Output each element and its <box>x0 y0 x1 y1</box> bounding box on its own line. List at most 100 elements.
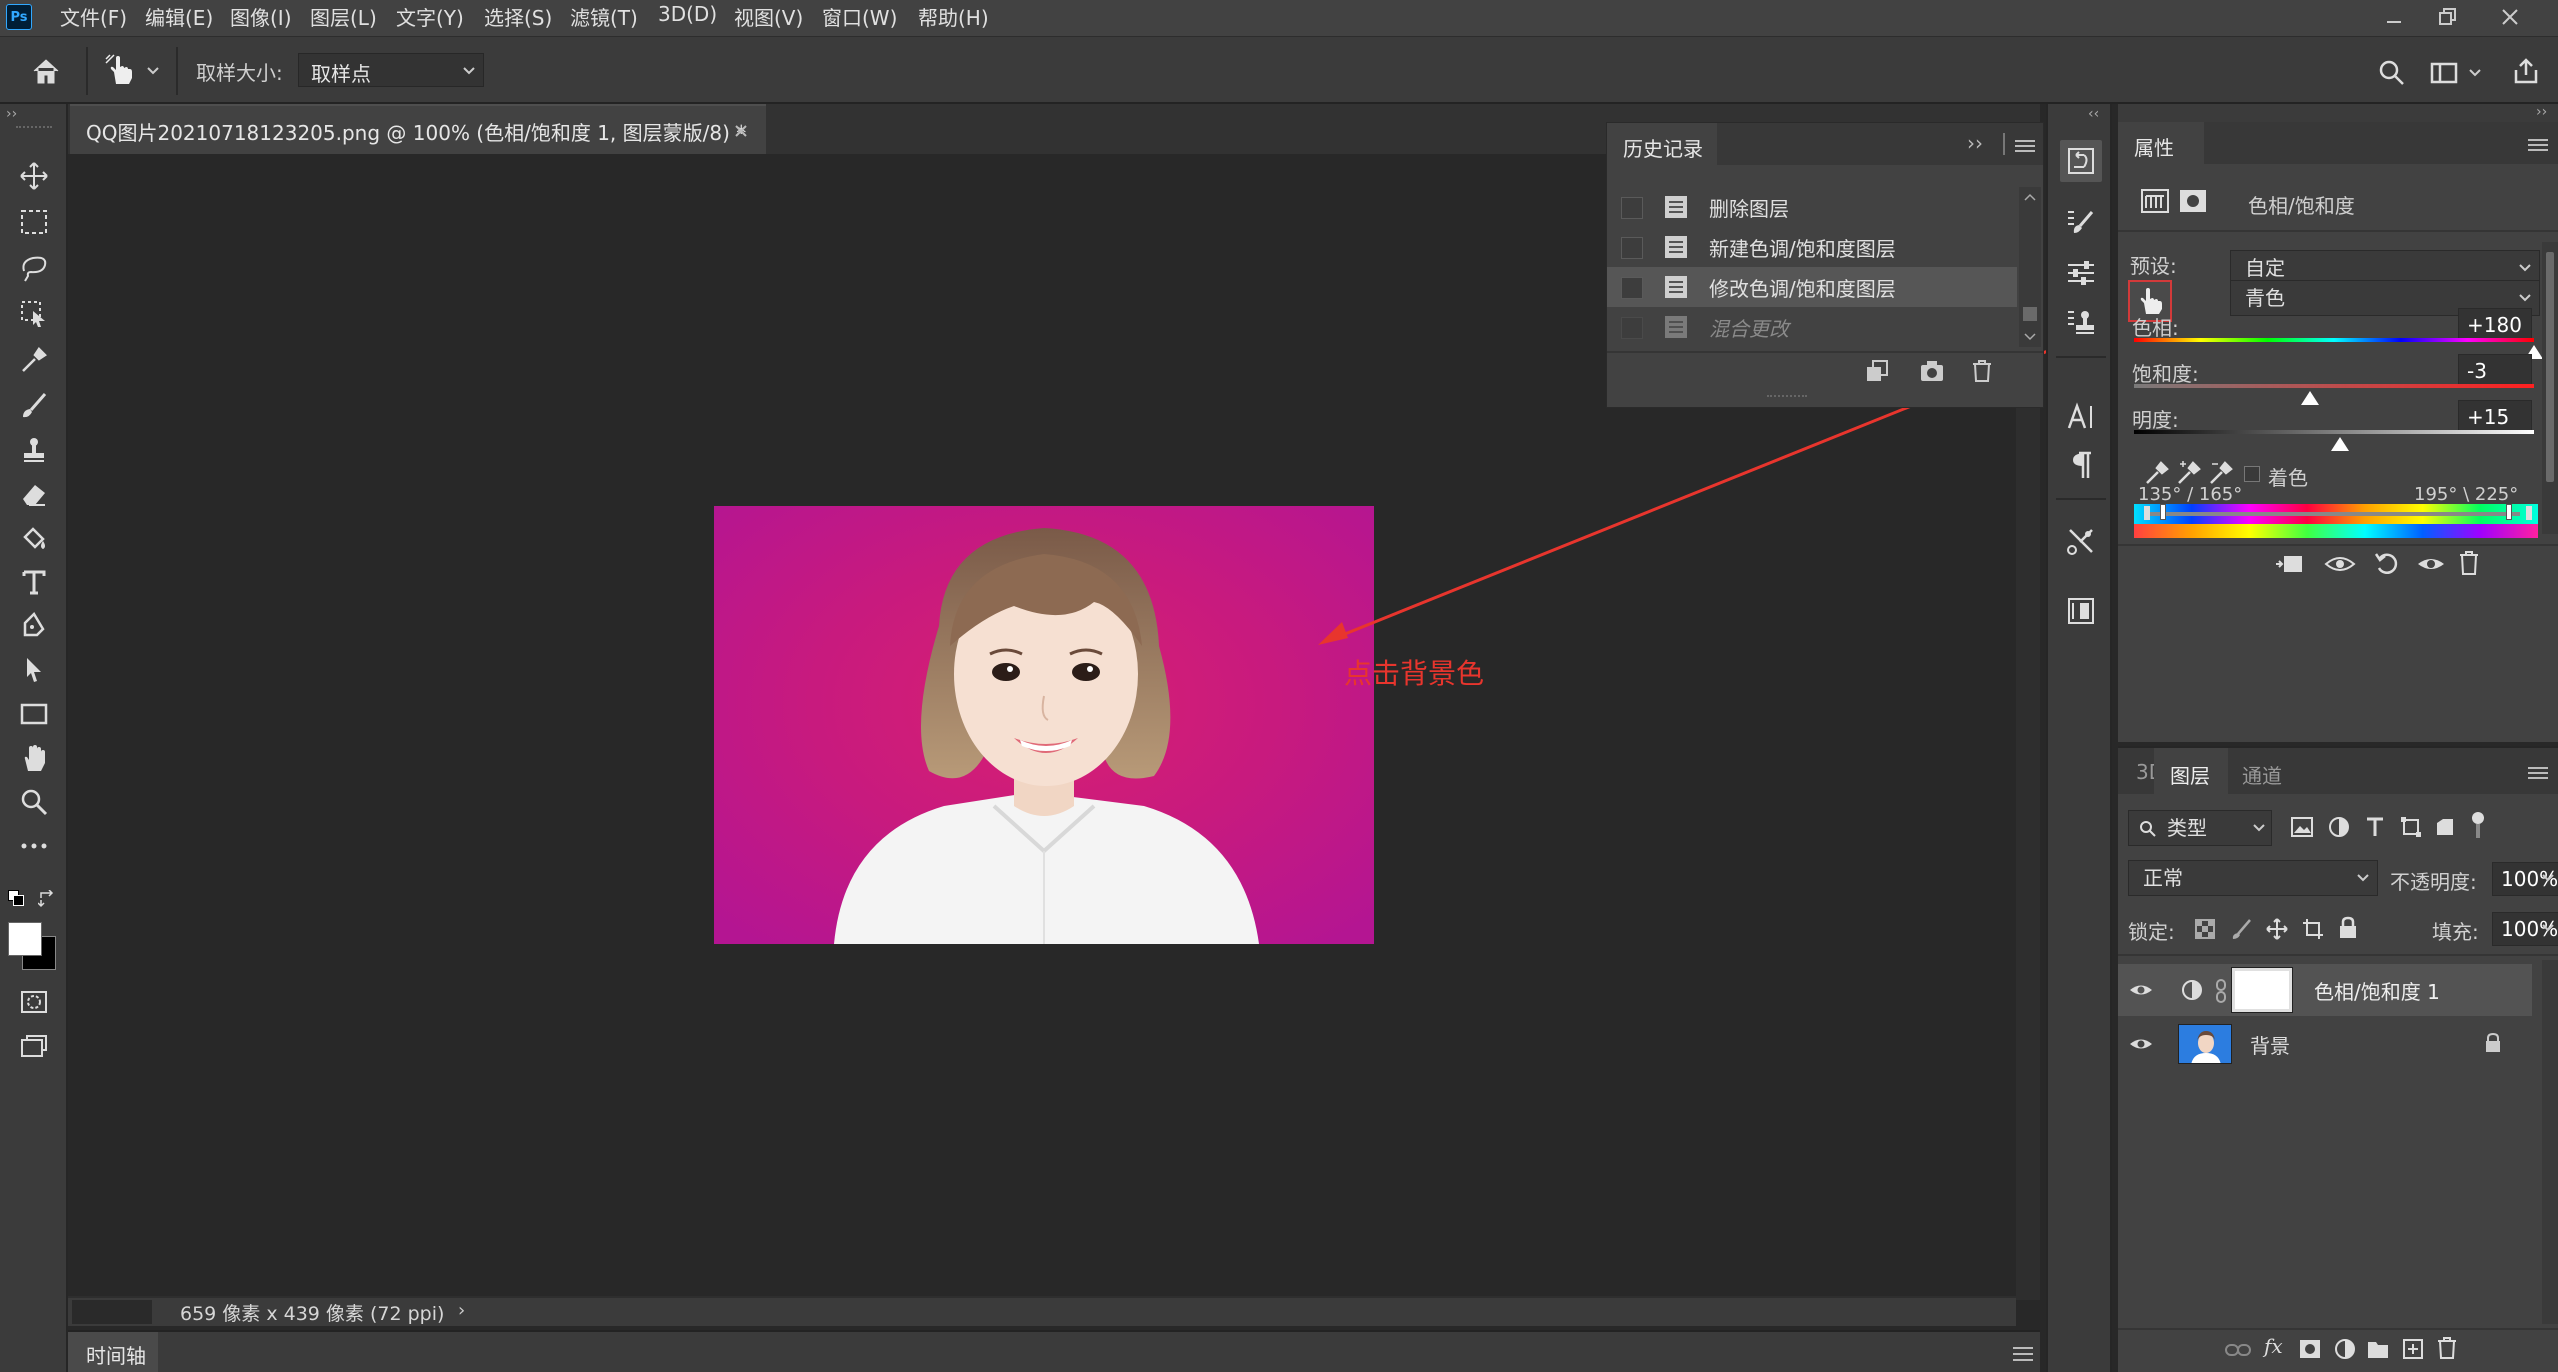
scroll-up-icon[interactable] <box>2024 193 2036 201</box>
history-source-checkbox[interactable] <box>1621 277 1643 299</box>
chevron-down-icon[interactable] <box>2542 924 2554 932</box>
menu-help[interactable]: 帮助(H) <box>918 2 989 31</box>
hand-tool-icon[interactable] <box>12 738 56 778</box>
lightness-input[interactable]: +15 <box>2458 400 2532 434</box>
filter-toggle-icon[interactable] <box>2468 810 2488 840</box>
menu-view[interactable]: 视图(V) <box>734 2 803 31</box>
eraser-tool-icon[interactable] <box>12 474 56 514</box>
lock-artboard-icon[interactable] <box>2302 918 2324 940</box>
history-source-checkbox[interactable] <box>1621 317 1643 339</box>
properties-scrollbar[interactable] <box>2542 242 2558 534</box>
history-item-selected[interactable]: 修改色调/饱和度图层 <box>1607 267 2017 307</box>
close-tab-icon[interactable] <box>734 124 748 138</box>
lock-image-pixels-icon[interactable] <box>2230 918 2252 940</box>
zoom-field[interactable] <box>72 1300 152 1324</box>
clone-stamp-tool-icon[interactable] <box>12 430 56 470</box>
character-panel-icon[interactable] <box>2060 396 2102 438</box>
visibility-eye-icon[interactable] <box>2128 1034 2154 1054</box>
lightness-slider-track[interactable] <box>2134 430 2534 434</box>
rectangle-tool-icon[interactable] <box>12 694 56 734</box>
layer-thumbnail[interactable] <box>2178 1024 2232 1064</box>
tool-presets-icon[interactable] <box>2060 520 2102 562</box>
colorize-checkbox[interactable] <box>2244 466 2260 482</box>
brush-settings-icon[interactable] <box>2060 202 2102 244</box>
marquee-tool-icon[interactable] <box>12 202 56 242</box>
menu-window[interactable]: 窗口(W) <box>822 2 897 31</box>
clip-to-layer-icon[interactable] <box>2274 552 2304 576</box>
quick-mask-icon[interactable] <box>12 982 56 1022</box>
eyedropper-minus-icon[interactable] <box>2208 460 2234 486</box>
hue-input[interactable]: +180 <box>2458 308 2532 342</box>
lightness-slider-thumb[interactable] <box>2330 436 2350 452</box>
hue-slider-track[interactable] <box>2134 338 2534 342</box>
menu-file[interactable]: 文件(F) <box>60 2 127 31</box>
trash-icon[interactable] <box>2458 550 2480 576</box>
chevron-down-icon[interactable] <box>144 61 162 81</box>
pen-tool-icon[interactable] <box>12 606 56 646</box>
minimize-icon[interactable] <box>2374 2 2414 32</box>
saturation-input[interactable]: -3 <box>2458 354 2532 388</box>
timeline-tab[interactable]: 时间轴 <box>68 1332 158 1372</box>
menu-layer[interactable]: 图层(L) <box>310 2 377 31</box>
history-panel-icon[interactable] <box>2060 140 2102 182</box>
targeted-adjustment-tool-icon[interactable] <box>100 49 140 91</box>
history-source-checkbox[interactable] <box>1621 237 1643 259</box>
range-slider-band[interactable] <box>2348 512 2520 516</box>
screen-mode-icon[interactable] <box>12 1026 56 1066</box>
visibility-eye-icon[interactable] <box>2416 552 2446 576</box>
new-group-icon[interactable] <box>2366 1338 2390 1360</box>
menu-select[interactable]: 选择(S) <box>484 2 552 31</box>
range-slider-band[interactable] <box>2150 512 2348 516</box>
range-handle[interactable] <box>2506 504 2512 520</box>
toolbar-grip[interactable] <box>16 126 52 130</box>
panel-menu-icon[interactable] <box>2528 138 2548 152</box>
history-item[interactable]: 删除图层 <box>1607 187 2017 227</box>
saturation-slider-thumb[interactable] <box>2300 390 2320 406</box>
trash-icon[interactable] <box>1971 359 1993 383</box>
layer-filter-select[interactable]: 类型 <box>2128 810 2272 846</box>
sample-size-select[interactable]: 取样点 <box>298 53 484 87</box>
trash-icon[interactable] <box>2436 1336 2458 1360</box>
filter-adjustment-layers-icon[interactable] <box>2328 816 2350 838</box>
scroll-thumb[interactable] <box>2023 307 2037 321</box>
reset-icon[interactable] <box>2374 550 2400 576</box>
zoom-tool-icon[interactable] <box>12 782 56 822</box>
scroll-down-icon[interactable] <box>2024 333 2036 341</box>
expand-panel-icon[interactable]: ›› <box>2536 104 2547 120</box>
eyedropper-plus-icon[interactable] <box>2176 460 2202 486</box>
new-layer-icon[interactable] <box>2402 1338 2424 1360</box>
libraries-icon[interactable] <box>2060 590 2102 632</box>
filter-shape-layers-icon[interactable] <box>2400 816 2422 838</box>
paragraph-panel-icon[interactable] <box>2060 444 2102 486</box>
object-selection-tool-icon[interactable] <box>12 294 56 334</box>
view-previous-state-icon[interactable] <box>2324 552 2356 576</box>
document-tab[interactable]: QQ图片20210718123205.png @ 100% (色相/饱和度 1,… <box>70 104 766 154</box>
home-icon[interactable] <box>26 51 66 91</box>
tab-channels[interactable]: 通道 <box>2228 748 2298 794</box>
menu-image[interactable]: 图像(I) <box>230 2 292 31</box>
layer-row-selected[interactable]: 色相/饱和度 1 <box>2118 964 2532 1016</box>
collapse-dock-icon[interactable]: ‹‹ <box>2088 106 2099 122</box>
menu-3d[interactable]: 3D(D) <box>658 2 717 26</box>
swap-colors-icon[interactable] <box>38 890 56 908</box>
saturation-slider-track[interactable] <box>2134 384 2534 388</box>
default-colors-icon[interactable] <box>8 890 24 906</box>
panel-resize-grip[interactable] <box>1767 395 1807 399</box>
chevron-down-icon[interactable] <box>2542 874 2554 882</box>
close-window-icon[interactable] <box>2488 2 2532 32</box>
visibility-eye-icon[interactable] <box>2128 980 2154 1000</box>
history-item[interactable]: 新建色调/饱和度图层 <box>1607 227 2017 267</box>
lock-all-icon[interactable] <box>2338 916 2358 940</box>
panel-menu-icon[interactable] <box>2015 139 2035 153</box>
history-scrollbar[interactable] <box>2019 187 2041 347</box>
chain-link-icon[interactable] <box>2214 978 2228 1004</box>
tab-layers[interactable]: 图层 <box>2154 748 2228 796</box>
layer-mask-icon[interactable] <box>2178 188 2208 214</box>
share-icon[interactable] <box>2506 51 2546 91</box>
clone-source-icon[interactable] <box>2060 302 2102 344</box>
new-adjustment-layer-icon[interactable] <box>2334 1338 2356 1360</box>
photoshop-logo-icon[interactable]: Ps <box>6 4 32 30</box>
properties-tab[interactable]: 属性 <box>2118 122 2204 166</box>
paint-bucket-tool-icon[interactable] <box>12 518 56 558</box>
move-tool-icon[interactable] <box>12 156 56 196</box>
